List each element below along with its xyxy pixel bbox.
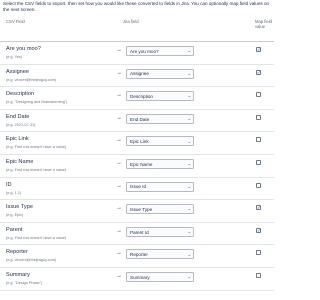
map-values-checkbox[interactable] [256,272,261,278]
checkmark-icon: ✓ [257,69,261,75]
table-row: Are you moo? (e.g. Yes) → Are you moo? ⌄… [0,42,274,65]
arrow-right-icon: → [116,250,122,257]
jira-field-select[interactable]: Epic Link ⌄ [126,136,194,147]
chevron-down-icon: ⌄ [187,161,191,167]
csv-field-name: Epic Name [6,158,34,165]
map-values-checkbox[interactable]: ✓ [256,227,261,233]
csv-field-name: Epic Link [6,136,29,143]
csv-field-name: Issue Type [6,204,33,211]
csv-field-name: End Date [6,113,30,120]
arrow-right-icon: → [116,205,122,212]
arrow-right-icon: → [116,92,122,99]
chevron-down-icon: ⌄ [187,251,191,257]
checkmark-icon: ✓ [257,47,261,52]
jira-field-value: Epic Name [130,161,153,167]
table-row: Description (e.g. "Designing and Brainst… [0,87,274,110]
arrow-right-icon: → [116,114,122,121]
map-values-checkbox[interactable] [256,159,261,165]
chevron-down-icon: ⌄ [187,48,191,54]
chevron-down-icon: ⌄ [187,228,191,234]
csv-field-example: (e.g. First row doesn't have a value) [6,145,67,150]
jira-field-value: Issue Id [130,184,147,190]
csv-field-example: (e.g. 1.1) [6,190,22,195]
csv-field-example: (e.g. vincent@thejiraguy.com) [6,77,57,82]
table-row: Summary (e.g. "Design Phase") → Summary … [0,268,274,291]
csv-field-example: (e.g. vincent@thejiraguy.com) [6,258,57,263]
jira-field-value: Epic Link [130,139,149,145]
jira-field-select[interactable]: End Date ⌄ [126,113,194,124]
jira-field-select[interactable]: Reporter ⌄ [126,249,194,260]
chevron-down-icon: ⌄ [187,206,191,212]
table-header: CSV Field Jira field Map field value [0,15,274,42]
mapping-table: Are you moo? (e.g. Yes) → Are you moo? ⌄… [0,42,274,291]
table-row: ID (e.g. 1.1) → Issue Id ⌄ [0,178,274,201]
arrow-right-icon: → [116,69,122,76]
map-values-checkbox[interactable] [256,92,261,98]
table-row: Assignee (e.g. vincent@thejiraguy.com) →… [0,65,274,88]
jira-field-value: Parent Id [130,229,149,235]
map-values-checkbox[interactable]: ✓ [256,205,261,211]
csv-field-name: Description [6,91,34,98]
table-row: Reporter (e.g. vincent@thejiraguy.com) →… [0,245,274,268]
map-values-checkbox[interactable] [256,182,261,188]
jira-field-value: Are you moo? [130,48,159,54]
jira-field-select[interactable]: Summary ⌄ [126,271,194,282]
jira-field-value: Issue Type [130,206,153,212]
jira-field-value: End Date [130,116,150,122]
jira-field-select[interactable]: Issue Type ⌄ [126,204,194,215]
arrow-right-icon: → [116,182,122,189]
jira-field-select[interactable]: Issue Id ⌄ [126,181,194,192]
table-row: Issue Type (e.g. Epic) → Issue Type ⌄ ✓ [0,200,274,223]
jira-field-value: Reporter [130,252,148,258]
chevron-down-icon: ⌄ [187,93,191,99]
arrow-right-icon: → [116,227,122,234]
csv-field-name: Summary [6,271,30,278]
jira-field-select[interactable]: Description ⌄ [126,91,194,102]
map-values-checkbox[interactable]: ✓ [256,47,261,52]
header-map-values: Map field value [255,19,272,29]
csv-field-name: Reporter [6,249,28,256]
header-jira-field: Jira field [123,19,139,24]
chevron-down-icon: ⌄ [187,115,191,121]
header-csv-field: CSV Field [6,19,25,24]
map-values-checkbox[interactable]: ✓ [256,69,261,75]
csv-field-name: Parent [6,226,23,233]
chevron-down-icon: ⌄ [187,183,191,189]
csv-field-example: (e.g. First row doesn't have a value) [6,167,67,172]
csv-field-example: (e.g. Epic) [6,213,24,218]
jira-field-value: Assignee [130,71,149,77]
table-row: Epic Name (e.g. First row doesn't have a… [0,155,274,178]
csv-field-name: Are you moo? [6,46,41,52]
csv-field-name: Assignee [6,68,30,75]
jira-field-select[interactable]: Assignee ⌄ [126,68,194,79]
jira-field-select[interactable]: Parent Id ⌄ [126,226,194,237]
csv-field-example: (e.g. 2021-07-31) [6,122,36,127]
checkmark-icon: ✓ [257,205,261,211]
map-values-checkbox[interactable] [256,250,261,256]
arrow-right-icon: → [116,159,122,166]
csv-field-example: (e.g. First row doesn't have a value) [6,235,67,240]
map-values-checkbox[interactable] [256,137,261,143]
chevron-down-icon: ⌄ [187,138,191,144]
csv-field-name: ID [6,181,12,188]
arrow-right-icon: → [116,47,122,53]
chevron-down-icon: ⌄ [187,274,191,280]
jira-field-select[interactable]: Are you moo? ⌄ [126,46,194,56]
table-row: End Date (e.g. 2021-07-31) → End Date ⌄ [0,110,274,133]
chevron-down-icon: ⌄ [187,70,191,76]
csv-field-example: (e.g. "Designing and Brainstorming") [6,100,68,105]
checkmark-icon: ✓ [257,227,261,233]
intro-text: Select the CSV fields to import, then se… [3,1,270,12]
jira-field-value: Summary [130,274,150,280]
jira-field-select[interactable]: Epic Name ⌄ [126,158,194,169]
table-row: Epic Link (e.g. First row doesn't have a… [0,132,274,155]
csv-field-example: (e.g. "Design Phase") [6,280,43,285]
jira-field-value: Description [130,93,153,99]
arrow-right-icon: → [116,137,122,144]
csv-field-example: (e.g. Yes) [6,55,23,59]
arrow-right-icon: → [116,272,122,279]
table-row: Parent (e.g. First row doesn't have a va… [0,223,274,246]
map-values-checkbox[interactable] [256,114,261,120]
